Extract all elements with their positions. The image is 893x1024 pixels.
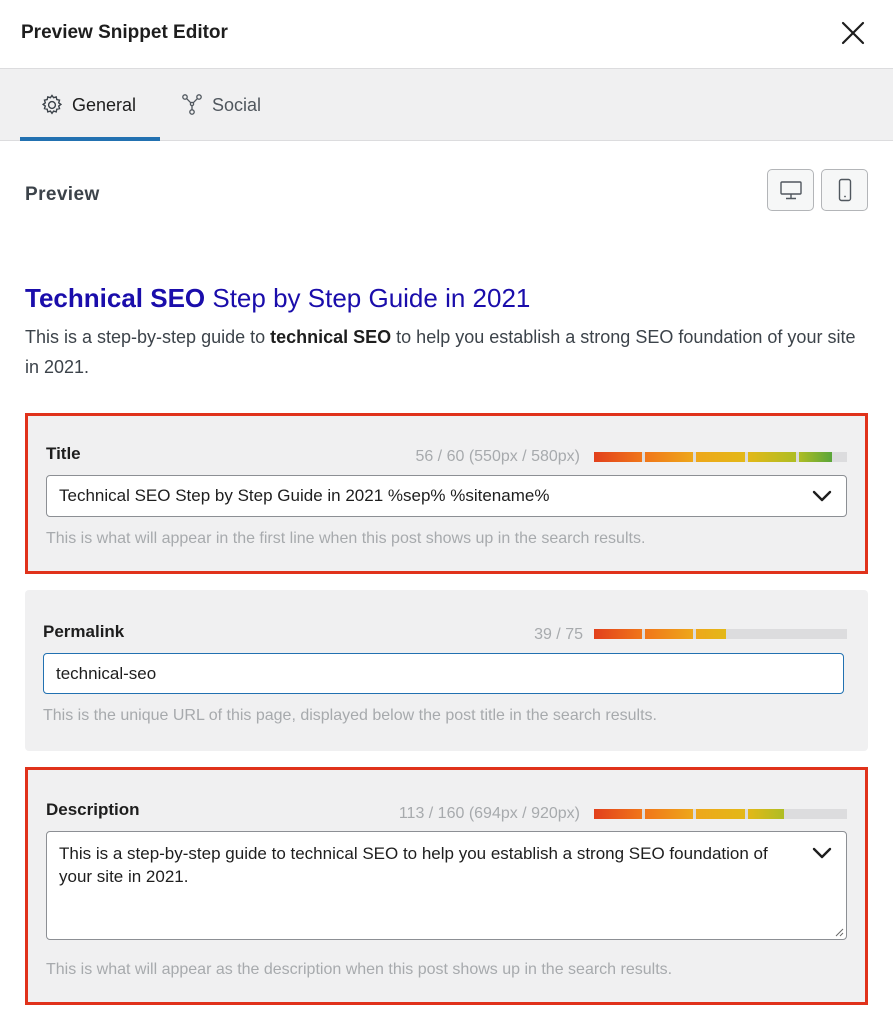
description-help-text: This is what will appear as the descript… bbox=[46, 961, 673, 978]
chevron-down-icon[interactable] bbox=[812, 846, 832, 860]
description-char-count: 113 / 160 (694px / 920px) bbox=[398, 805, 580, 822]
permalink-char-count: 39 / 75 bbox=[534, 626, 583, 643]
meter-segment bbox=[798, 452, 832, 462]
serp-description: This is a step-by-step guide to technica… bbox=[25, 322, 865, 382]
tab-general[interactable]: General bbox=[40, 69, 136, 141]
meter-segment bbox=[594, 452, 643, 462]
title-char-count: 56 / 60 (550px / 580px) bbox=[415, 448, 580, 465]
resize-grip-icon[interactable] bbox=[834, 927, 844, 937]
tab-bar: General Social bbox=[0, 69, 893, 141]
title-length-meter bbox=[594, 452, 847, 462]
permalink-help-text: This is the unique URL of this page, dis… bbox=[43, 707, 657, 724]
permalink-input[interactable]: technical-seo bbox=[43, 653, 844, 694]
chevron-down-icon[interactable] bbox=[812, 489, 832, 503]
meter-segment bbox=[696, 452, 745, 462]
permalink-input-value: technical-seo bbox=[56, 664, 157, 683]
permalink-label: Permalink bbox=[43, 622, 125, 641]
meter-segment bbox=[747, 809, 784, 819]
description-length-meter bbox=[594, 809, 847, 819]
title-input[interactable]: Technical SEO Step by Step Guide in 2021… bbox=[46, 475, 847, 517]
meter-segment bbox=[696, 809, 745, 819]
permalink-field-box: Permalink 39 / 75 technical-seo This is … bbox=[25, 590, 868, 751]
title-help-text: This is what will appear in the first li… bbox=[46, 530, 646, 547]
serp-desc-start: This is a step-by-step guide to bbox=[25, 327, 271, 347]
description-label: Description bbox=[46, 800, 140, 819]
title-field-box: Title 56 / 60 (550px / 580px) Technical … bbox=[25, 413, 868, 574]
permalink-length-meter bbox=[594, 629, 847, 639]
meter-segment bbox=[645, 629, 694, 639]
meter-segment bbox=[594, 809, 643, 819]
desktop-icon bbox=[779, 181, 802, 200]
preview-heading: Preview bbox=[25, 184, 100, 205]
serp-title: Technical SEO Step by Step Guide in 2021 bbox=[25, 283, 530, 314]
modal-title: Preview Snippet Editor bbox=[21, 22, 228, 43]
close-button[interactable] bbox=[838, 18, 868, 48]
description-field-box: Description 113 / 160 (694px / 920px) Th… bbox=[25, 767, 868, 1005]
share-nodes-icon bbox=[182, 94, 202, 115]
title-input-value: Technical SEO Step by Step Guide in 2021… bbox=[59, 486, 550, 505]
title-label: Title bbox=[46, 444, 81, 463]
meter-segment bbox=[645, 452, 694, 462]
serp-title-keyword: Technical SEO bbox=[25, 283, 206, 313]
meter-segment bbox=[645, 809, 694, 819]
serp-desc-keyword: technical SEO bbox=[270, 327, 392, 347]
gear-icon bbox=[41, 94, 63, 115]
serp-title-rest: Step by Step Guide in 2021 bbox=[205, 283, 531, 313]
description-textarea[interactable]: This is a step-by-step guide to technica… bbox=[46, 831, 847, 940]
meter-segment bbox=[747, 452, 796, 462]
mobile-icon bbox=[838, 178, 851, 202]
tab-social[interactable]: Social bbox=[180, 69, 261, 141]
desktop-preview-button[interactable] bbox=[767, 169, 814, 211]
description-textarea-value: This is a step-by-step guide to technica… bbox=[59, 844, 768, 886]
active-tab-indicator bbox=[20, 137, 160, 141]
meter-segment bbox=[696, 629, 726, 639]
mobile-preview-button[interactable] bbox=[821, 169, 868, 211]
close-icon bbox=[841, 21, 865, 45]
modal-header: Preview Snippet Editor bbox=[0, 0, 893, 69]
tab-social-label: Social bbox=[212, 94, 262, 115]
tab-general-label: General bbox=[72, 94, 137, 115]
meter-segment bbox=[594, 629, 643, 639]
